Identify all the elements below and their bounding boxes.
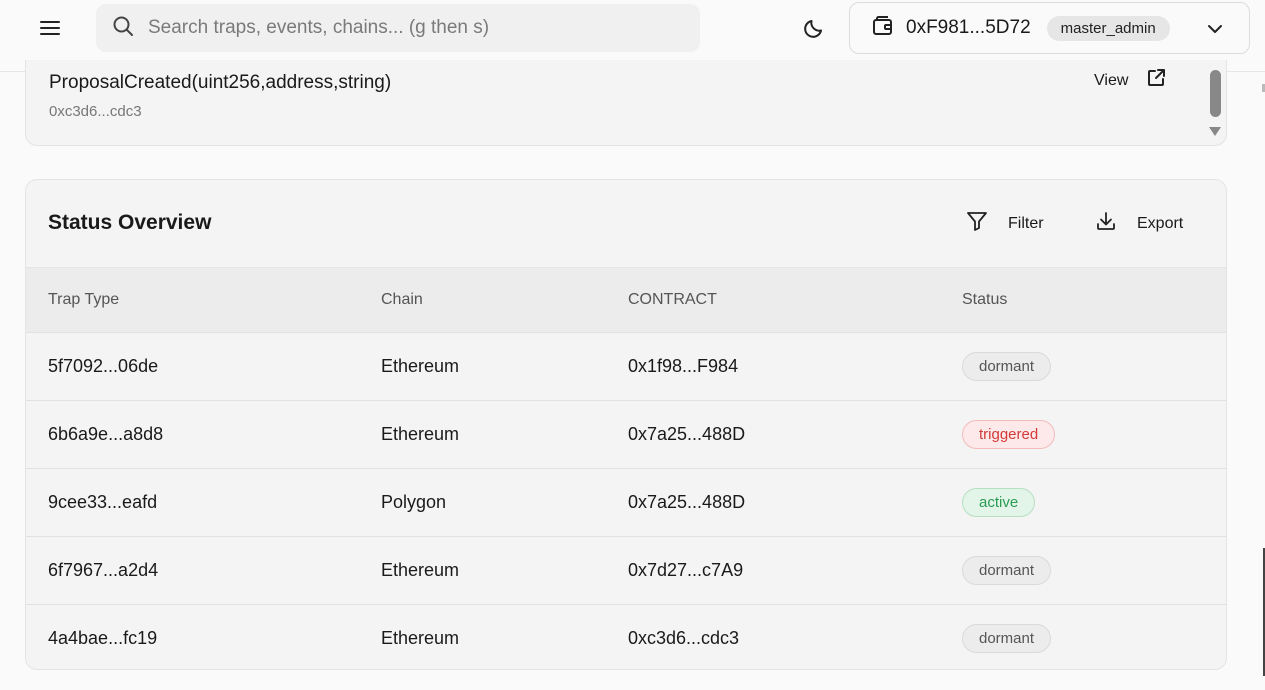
role-badge: master_admin xyxy=(1046,15,1170,41)
filter-icon xyxy=(966,210,988,237)
status-badge: dormant xyxy=(962,352,1052,381)
table-row[interactable]: 5f7092...06de Ethereum 0x1f98...F984 dor… xyxy=(26,332,1226,401)
status-table: Trap Type Chain CONTRACT Status 5f7092..… xyxy=(26,267,1226,670)
status-overview-card: Status Overview Filter Export Trap Type … xyxy=(25,179,1227,670)
trap-type-cell: 6b6a9e...a8d8 xyxy=(48,424,164,444)
wallet-menu[interactable]: 0xF981...5D72 master_admin xyxy=(849,2,1250,54)
filter-button[interactable]: Filter xyxy=(966,210,1044,237)
event-scrollbar[interactable] xyxy=(1206,60,1224,145)
contract-cell: 0x7a25...488D xyxy=(628,492,746,512)
event-address: 0xc3d6...cdc3 xyxy=(49,103,142,120)
scroll-down-arrow-icon[interactable] xyxy=(1209,127,1221,136)
status-badge: triggered xyxy=(962,420,1056,449)
external-link-icon xyxy=(1146,68,1166,93)
event-card: ProposalCreated(uint256,address,string) … xyxy=(25,60,1227,146)
table-row[interactable]: 6b6a9e...a8d8 Ethereum 0x7a25...488D tri… xyxy=(26,400,1226,469)
column-header-status[interactable]: Status xyxy=(940,267,1226,333)
column-header-trap-type[interactable]: Trap Type xyxy=(26,267,359,333)
view-link[interactable]: View xyxy=(1094,68,1166,93)
card-title: Status Overview xyxy=(48,211,212,234)
trap-type-cell: 5f7092...06de xyxy=(48,356,159,376)
status-badge: dormant xyxy=(962,556,1052,585)
filter-label: Filter xyxy=(1008,214,1044,232)
trap-type-cell: 9cee33...eafd xyxy=(48,492,158,512)
wallet-address: 0xF981...5D72 xyxy=(906,17,1031,38)
trap-type-cell: 4a4bae...fc19 xyxy=(48,628,158,649)
contract-cell: 0x7d27...c7A9 xyxy=(628,560,744,580)
chevron-down-icon[interactable] xyxy=(1205,19,1225,39)
table-row[interactable]: 4a4bae...fc19 Ethereum 0xc3d6...cdc3 dor… xyxy=(26,604,1226,670)
menu-icon[interactable] xyxy=(32,14,68,42)
status-badge: dormant xyxy=(962,624,1052,654)
table-row[interactable]: 6f7967...a2d4 Ethereum 0x7d27...c7A9 dor… xyxy=(26,536,1226,605)
search-input[interactable] xyxy=(148,17,668,39)
contract-cell: 0xc3d6...cdc3 xyxy=(628,628,740,649)
status-cell: dormant xyxy=(940,605,1226,670)
wallet-icon xyxy=(872,15,894,42)
status-cell: dormant xyxy=(940,333,1226,401)
event-signature: ProposalCreated(uint256,address,string) xyxy=(49,72,392,93)
status-cell: dormant xyxy=(940,537,1226,605)
contract-cell: 0x7a25...488D xyxy=(628,424,746,444)
scroll-thumb[interactable] xyxy=(1210,70,1221,117)
status-cell: active xyxy=(940,469,1226,537)
export-label: Export xyxy=(1137,214,1184,232)
table-header-row: Trap Type Chain CONTRACT Status xyxy=(26,267,1226,333)
moon-icon[interactable] xyxy=(798,12,830,44)
status-badge: active xyxy=(962,488,1036,517)
chain-cell: Ethereum xyxy=(381,356,460,376)
chain-cell: Ethereum xyxy=(381,628,460,649)
download-icon xyxy=(1095,210,1117,237)
chain-cell: Ethereum xyxy=(381,560,460,580)
table-row[interactable]: 9cee33...eafd Polygon 0x7a25...488D acti… xyxy=(26,468,1226,537)
column-header-contract[interactable]: CONTRACT xyxy=(606,267,940,333)
status-cell: triggered xyxy=(940,401,1226,469)
export-button[interactable]: Export xyxy=(1095,210,1183,237)
chain-cell: Ethereum xyxy=(381,424,460,444)
column-header-chain[interactable]: Chain xyxy=(359,267,606,333)
trap-type-cell: 6f7967...a2d4 xyxy=(48,560,159,580)
search-bar[interactable] xyxy=(96,4,700,52)
contract-cell: 0x1f98...F984 xyxy=(628,356,739,376)
search-icon xyxy=(112,15,134,42)
view-label: View xyxy=(1094,71,1129,89)
chain-cell: Polygon xyxy=(381,492,447,512)
